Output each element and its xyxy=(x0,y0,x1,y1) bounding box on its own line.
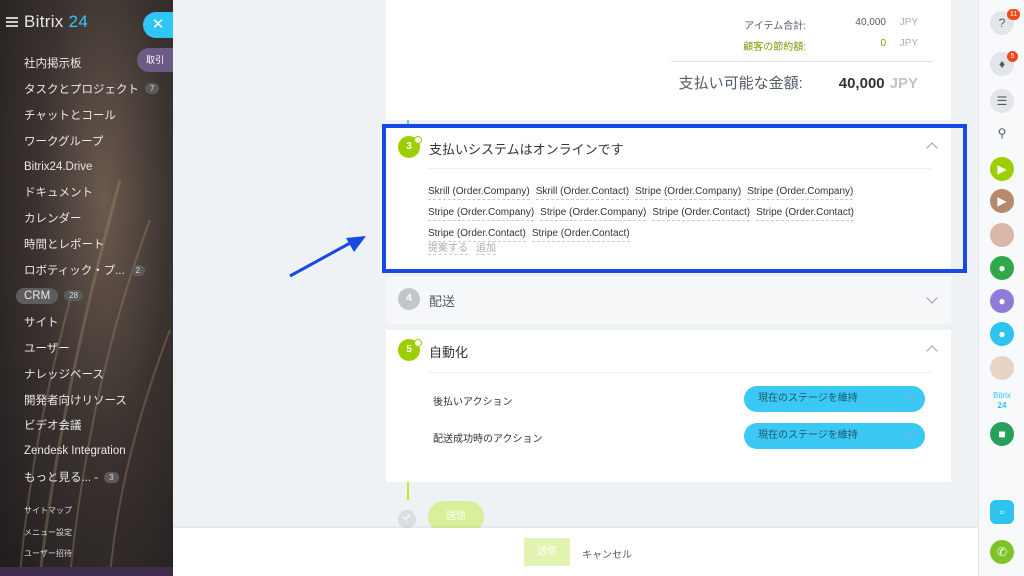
totals-card: アイテム合計: 40,000 JPY 顧客の節約額: 0 JPY 支払い可能な金… xyxy=(386,0,951,120)
main-area: アイテム合計: 40,000 JPY 顧客の節約額: 0 JPY 支払い可能な金… xyxy=(173,0,978,576)
cancel-button[interactable]: キャンセル xyxy=(582,546,632,561)
delivery-section[interactable]: 4 配送 xyxy=(386,276,951,324)
sidebar-item-zendesk[interactable]: Zendesk Integration xyxy=(0,438,173,464)
sidebar-item-documents[interactable]: ドキュメント xyxy=(0,179,173,205)
lock-icon[interactable]: ■ xyxy=(990,422,1014,446)
close-slider-button[interactable]: ✕ xyxy=(143,12,173,38)
form-footer: 送信 キャンセル xyxy=(173,528,978,576)
counter-badge: 28 xyxy=(64,290,84,302)
expand-chevron-icon[interactable] xyxy=(926,292,938,304)
sidebar-item-workgroups[interactable]: ワークグループ xyxy=(0,128,173,154)
after-delivery-action-select[interactable]: 現在のステージを維持 xyxy=(744,423,925,449)
sidebar-item-video-conference[interactable]: ビデオ会議 xyxy=(0,412,173,438)
highlight-box xyxy=(382,124,967,273)
after-payment-action-label: 後払いアクション xyxy=(433,397,513,408)
savings-row: 顧客の節約額: 0 JPY xyxy=(743,38,918,53)
right-toolbar: ? 11 ♦ 5 ☰ ⚲ ▶ ▶ ● ● ● Bitrix 24 ■ ▫ ✆ xyxy=(978,0,1024,576)
sidebar-item-time-reports[interactable]: 時間とレポート xyxy=(0,231,173,257)
close-icon: ✕ xyxy=(151,16,165,33)
automation-section: 5 自動化 後払いアクション 現在のステージを維持 配送成功時のアクション 現在… xyxy=(386,330,951,482)
payable-amount-row: 支払い可能な金額: 40,000 JPY xyxy=(678,75,918,92)
bitrix24-logo[interactable]: Bitrix 24 xyxy=(24,12,88,32)
step-done-check-icon xyxy=(414,339,422,347)
bitrix24-mini-logo[interactable]: Bitrix 24 xyxy=(990,391,1014,415)
sidebar-footer-menu: サイトマップ メニュー設定 ユーザー招待 xyxy=(0,500,72,565)
user-group-icon[interactable]: ● xyxy=(990,322,1014,346)
after-delivery-action-label: 配送成功時のアクション xyxy=(433,434,543,445)
search-icon[interactable]: ⚲ xyxy=(990,121,1014,145)
sidebar-item-calendar[interactable]: カレンダー xyxy=(0,205,173,231)
avatar[interactable] xyxy=(990,223,1014,247)
video-call-icon[interactable]: ▶ xyxy=(990,157,1014,181)
after-payment-action-select[interactable]: 現在のステージを維持 xyxy=(744,386,925,412)
sidebar-item-users[interactable]: ユーザー xyxy=(0,335,173,361)
sidebar-item-tasks[interactable]: タスクとプロジェクト 7 xyxy=(0,76,173,102)
sidebar-menu: 社内掲示板 タスクとプロジェクト 7 チャットとコール ワークグループ Bitri… xyxy=(0,50,173,490)
sidebar-item-feed[interactable]: 社内掲示板 xyxy=(0,50,173,76)
section-title: 配送 xyxy=(429,294,456,309)
help-badge: 11 xyxy=(1007,9,1021,20)
avatar[interactable] xyxy=(990,356,1014,380)
collapse-chevron-icon[interactable] xyxy=(926,345,938,357)
submit-step-check-icon xyxy=(398,510,416,528)
logo-row: Bitrix 24 xyxy=(6,12,88,32)
sidebar-item-sitemap[interactable]: サイトマップ xyxy=(0,500,72,522)
group-chat-icon[interactable]: ● xyxy=(990,256,1014,280)
phone-icon[interactable]: ✆ xyxy=(990,540,1014,564)
chevron-down-icon xyxy=(905,429,915,439)
counter-badge: 3 xyxy=(104,471,119,483)
group-chat-icon[interactable]: ● xyxy=(990,289,1014,313)
chat-icon[interactable]: ☰ xyxy=(990,89,1014,113)
left-sidebar: Bitrix 24 ✕ 取引 社内掲示板 タスクとプロジェクト 7 チャットとコー… xyxy=(0,0,173,576)
pointer-arrow-icon xyxy=(289,236,366,278)
notifications-badge: 5 xyxy=(1007,51,1018,62)
sidebar-item-crm[interactable]: CRM 28 xyxy=(0,283,173,309)
send-button[interactable]: 送信 xyxy=(524,538,570,566)
sidebar-item-menu-settings[interactable]: メニュー設定 xyxy=(0,522,72,544)
sidebar-item-invite-users[interactable]: ユーザー招待 xyxy=(0,543,72,565)
sidebar-item-more[interactable]: もっと見る... -3 xyxy=(0,464,173,490)
sidebar-item-developer-resources[interactable]: 開発者向けリソース xyxy=(0,387,173,413)
divider xyxy=(428,372,931,373)
open-lines-icon[interactable]: ▫ xyxy=(990,500,1014,524)
counter-badge: 2 xyxy=(130,264,146,276)
section-title: 自動化 xyxy=(429,345,469,360)
sidebar-item-drive[interactable]: Bitrix24.Drive xyxy=(0,154,173,180)
step-number-badge: 4 xyxy=(398,288,420,310)
items-total-row: アイテム合計: 40,000 JPY xyxy=(744,17,918,32)
video-call-icon[interactable]: ▶ xyxy=(990,189,1014,213)
counter-badge: 7 xyxy=(145,83,160,95)
sidebar-item-knowledge-base[interactable]: ナレッジベース xyxy=(0,361,173,387)
divider xyxy=(671,61,933,62)
sidebar-item-rpa[interactable]: ロボティック・プ... 2 xyxy=(0,257,173,283)
hamburger-menu-icon[interactable] xyxy=(6,17,18,27)
sidebar-item-sites[interactable]: サイト xyxy=(0,309,173,335)
sidebar-bottom-bar xyxy=(0,567,173,576)
chevron-down-icon xyxy=(905,392,915,402)
sidebar-item-chat[interactable]: チャットとコール xyxy=(0,102,173,128)
